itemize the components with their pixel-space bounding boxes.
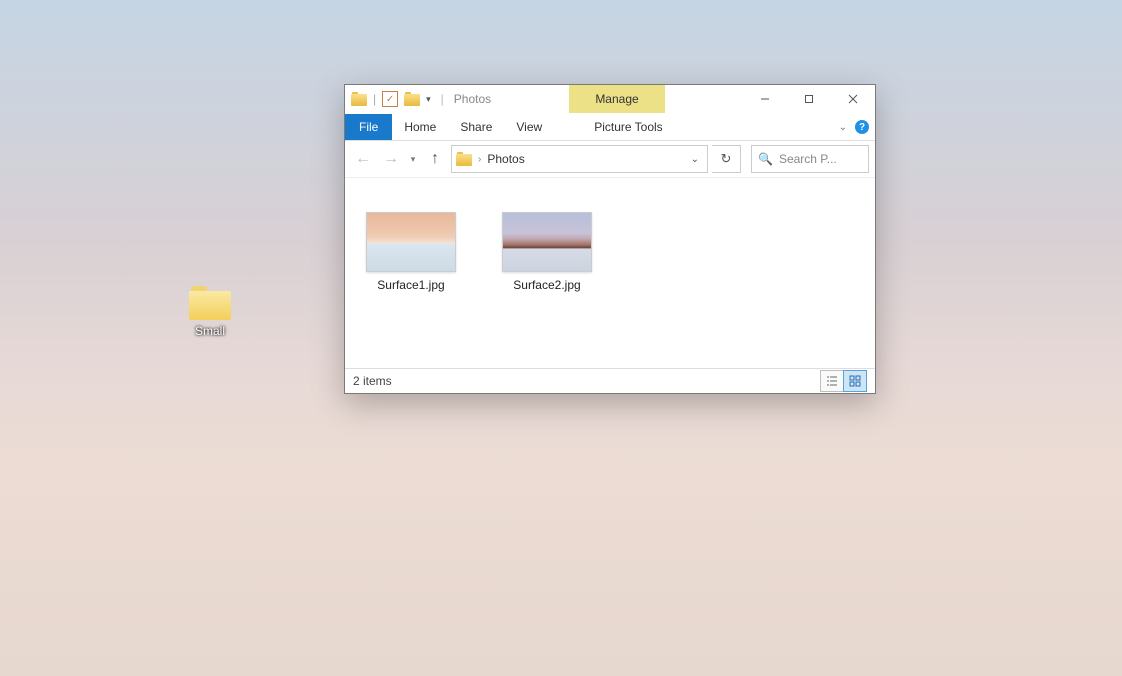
maximize-button[interactable] (787, 85, 831, 113)
tab-file[interactable]: File (345, 114, 392, 140)
nav-up-button[interactable]: ↑ (423, 147, 447, 171)
qat-customize-chevron-icon[interactable]: ▾ (426, 94, 431, 105)
navigation-bar: ← → ▾ ↑ › Photos ⌄ ↻ 🔍 Search P... (345, 141, 875, 178)
wallpaper-dune-shadow (0, 586, 1122, 676)
minimize-button[interactable] (743, 85, 787, 113)
details-view-icon (826, 375, 838, 387)
nav-forward-button[interactable]: → (379, 147, 403, 171)
contextual-tab-manage[interactable]: Manage (569, 85, 665, 113)
refresh-button[interactable]: ↻ (712, 145, 741, 173)
view-thumbnails-button[interactable] (843, 370, 867, 392)
desktop[interactable]: Small | ✓ ▾ | Photos Manage (0, 0, 1122, 676)
window-title: Photos (454, 92, 491, 106)
titlebar[interactable]: | ✓ ▾ | Photos Manage (345, 85, 875, 114)
thumbnail-icon (366, 212, 456, 272)
address-folder-icon (456, 152, 472, 166)
address-bar[interactable]: › Photos ⌄ (451, 145, 708, 173)
file-item[interactable]: Surface1.jpg (363, 212, 459, 292)
folder-icon (189, 286, 231, 320)
thumbnails-view-icon (849, 375, 861, 387)
qat-newfolder-icon[interactable] (404, 92, 420, 106)
qat-properties-icon[interactable]: ✓ (382, 91, 398, 107)
app-folder-icon (351, 92, 367, 106)
content-pane[interactable]: Surface1.jpg Surface2.jpg (345, 178, 875, 368)
status-bar: 2 items (345, 368, 875, 393)
search-box[interactable]: 🔍 Search P... (751, 145, 869, 173)
contextual-tab-label: Manage (595, 92, 638, 106)
breadcrumb-chevron-icon[interactable]: › (478, 154, 481, 165)
nav-back-button[interactable]: ← (351, 147, 375, 171)
view-details-button[interactable] (820, 370, 844, 392)
search-icon: 🔍 (758, 152, 773, 166)
desktop-folder-small[interactable]: Small (178, 286, 242, 338)
title-separator: | (441, 92, 444, 106)
ribbon-expand-chevron-icon[interactable]: ⌄ (839, 122, 847, 133)
close-button[interactable] (831, 85, 875, 113)
tab-view[interactable]: View (504, 114, 554, 140)
breadcrumb-photos[interactable]: Photos (487, 152, 524, 166)
address-history-chevron-icon[interactable]: ⌄ (687, 154, 703, 165)
ribbon-tabs: File Home Share View Picture Tools ⌄ ? (345, 114, 875, 141)
tab-home[interactable]: Home (392, 114, 448, 140)
file-name: Surface1.jpg (363, 278, 459, 292)
search-placeholder: Search P... (779, 152, 837, 166)
status-item-count: 2 items (353, 374, 821, 388)
thumbnail-icon (502, 212, 592, 272)
help-icon[interactable]: ? (855, 120, 869, 134)
file-item[interactable]: Surface2.jpg (499, 212, 595, 292)
nav-history-chevron-icon[interactable]: ▾ (407, 154, 419, 165)
tab-share[interactable]: Share (448, 114, 504, 140)
tab-picture-tools[interactable]: Picture Tools (582, 114, 674, 140)
qat-separator: | (373, 92, 376, 106)
file-name: Surface2.jpg (499, 278, 595, 292)
file-explorer-window: | ✓ ▾ | Photos Manage (344, 84, 876, 394)
desktop-icon-label: Small (178, 324, 242, 338)
